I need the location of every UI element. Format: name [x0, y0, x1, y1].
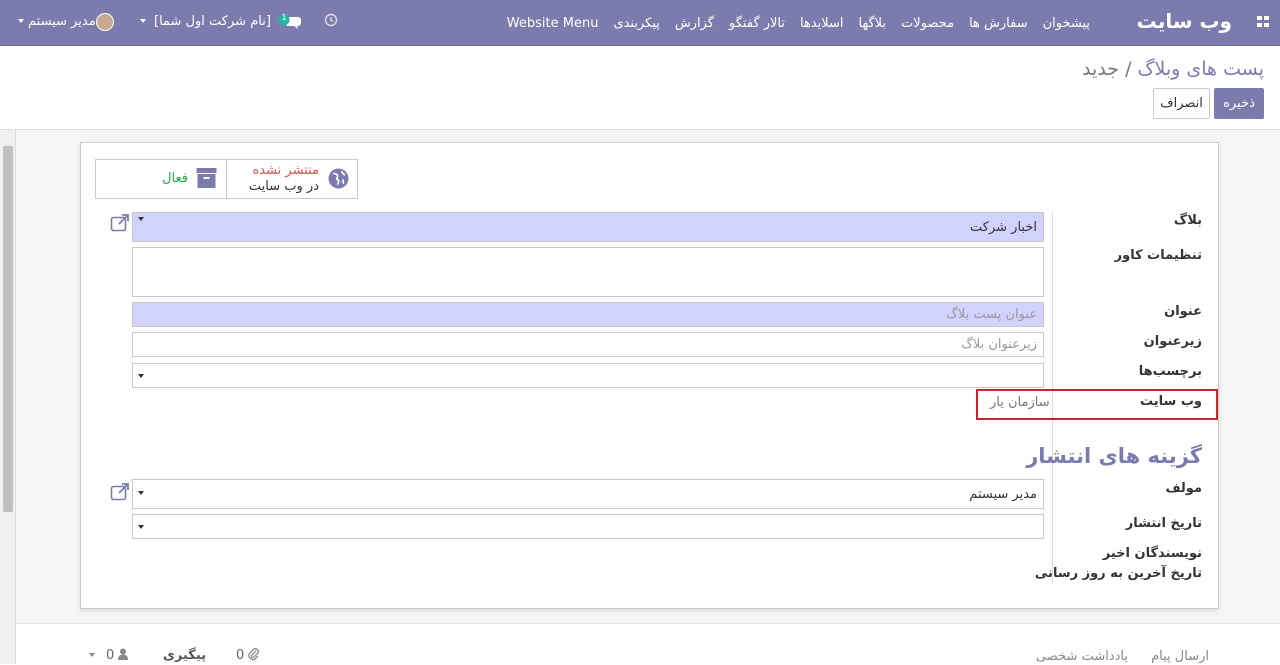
- author-dropdown-icon[interactable]: [138, 491, 144, 495]
- publish-date-input[interactable]: [132, 514, 1044, 539]
- activity-clock-icon[interactable]: [324, 13, 338, 31]
- author-select[interactable]: مدیر سیستم: [132, 479, 1044, 509]
- vertical-scrollbar[interactable]: [0, 130, 16, 664]
- publish-date-label: تاریخ انتشار: [1125, 516, 1202, 531]
- top-navbar: وب سایت پیشخوان سفارش ها محصولات بلاگها …: [0, 0, 1280, 46]
- title-input[interactable]: عنوان پست بلاگ: [132, 302, 1044, 327]
- blog-dropdown-icon[interactable]: [138, 217, 144, 221]
- followers-icon: [118, 648, 128, 664]
- user-caret-icon: [18, 19, 24, 23]
- cover-label: تنظیمات کاور: [1114, 248, 1202, 263]
- title-input-placeholder: عنوان پست بلاگ: [946, 307, 1037, 322]
- menu-reporting[interactable]: گزارش: [675, 16, 714, 31]
- menu-website-menu[interactable]: Website Menu: [507, 16, 599, 31]
- author-select-value: مدیر سیستم: [969, 486, 1037, 502]
- blog-select-value: اخبار شرکت: [970, 219, 1037, 235]
- last-contributor-label: نویسندگان اخیر: [1102, 546, 1202, 561]
- blog-external-link-icon[interactable]: [110, 214, 130, 232]
- subtitle-input-placeholder: زیرعنوان بلاگ: [961, 337, 1037, 352]
- menu-slides[interactable]: اسلایدها: [800, 16, 844, 31]
- followers-count[interactable]: 0: [106, 648, 114, 663]
- user-avatar: [96, 13, 114, 31]
- publish-date-dropdown-icon[interactable]: [138, 524, 144, 529]
- breadcrumb-parent[interactable]: پست های وبلاگ: [1138, 58, 1264, 80]
- system-tray: 1 [نام شرکت اول شما] مدیر سیستم: [18, 0, 348, 46]
- subtitle-label: زیرعنوان: [1143, 334, 1202, 349]
- discard-button[interactable]: انصراف: [1153, 88, 1210, 119]
- author-external-link-icon[interactable]: [110, 483, 130, 501]
- attachments-count[interactable]: 0: [236, 648, 244, 663]
- breadcrumb: پست های وبلاگ / جدید: [1082, 58, 1264, 80]
- globe-icon: [328, 168, 349, 189]
- publish-state-sub: در وب سایت: [248, 179, 319, 194]
- company-caret-icon: [140, 19, 146, 23]
- active-toggle-button[interactable]: فعال: [96, 160, 226, 198]
- subtitle-input[interactable]: زیرعنوان بلاگ: [132, 332, 1044, 357]
- apps-menu-icon[interactable]: [1257, 16, 1270, 28]
- breadcrumb-separator: /: [1119, 58, 1138, 80]
- menu-orders[interactable]: سفارش ها: [969, 16, 1028, 31]
- company-switcher[interactable]: [نام شرکت اول شما]: [154, 14, 271, 29]
- main-menu: پیشخوان سفارش ها محصولات بلاگها اسلایدها…: [492, 0, 1090, 46]
- publishing-section-title: گزینه های انتشار: [1026, 444, 1202, 468]
- menu-configuration[interactable]: پیکربندی: [613, 16, 659, 31]
- cover-properties-field[interactable]: [132, 247, 1044, 297]
- last-updated-label: تاریخ آخرین به روز رسانی: [1034, 566, 1202, 581]
- active-label: فعال: [162, 171, 188, 186]
- app-brand: وب سایت: [1136, 9, 1232, 33]
- follow-button[interactable]: پیگیری: [163, 648, 206, 663]
- tags-label: برچسب‌ها: [1138, 364, 1202, 379]
- button-box: منتشر نشده در وب سایت فعال: [95, 159, 358, 199]
- menu-products[interactable]: محصولات: [901, 16, 954, 31]
- menu-forum[interactable]: تالار گفتگو: [729, 16, 785, 31]
- save-button[interactable]: ذخیره: [1214, 88, 1264, 119]
- followers-caret-icon[interactable]: [89, 653, 95, 657]
- menu-blogs[interactable]: بلاگها: [859, 16, 887, 31]
- user-menu[interactable]: مدیر سیستم: [28, 14, 96, 29]
- publish-state-label: منتشر نشده: [252, 163, 319, 178]
- messages-count-badge: 1: [281, 13, 287, 22]
- menu-dashboard[interactable]: پیشخوان: [1043, 16, 1090, 31]
- chatter-bar: ارسال پیام یادداشت شخصی پیگیری 0 0: [16, 623, 1280, 664]
- tags-dropdown-icon[interactable]: [138, 373, 144, 378]
- blog-label: بلاگ: [1173, 213, 1202, 228]
- log-note-button[interactable]: یادداشت شخصی: [1036, 649, 1128, 664]
- archive-icon: [196, 168, 217, 188]
- website-value: سازمان یار: [990, 395, 1050, 410]
- website-publish-button[interactable]: منتشر نشده در وب سایت: [226, 160, 357, 198]
- breadcrumb-current: جدید: [1082, 58, 1120, 80]
- title-label: عنوان: [1164, 304, 1202, 319]
- paperclip-icon: [248, 648, 260, 665]
- author-label: مولف: [1165, 481, 1202, 496]
- blog-select[interactable]: اخبار شرکت: [132, 212, 1044, 242]
- tags-input[interactable]: [132, 363, 1044, 388]
- send-message-button[interactable]: ارسال پیام: [1151, 649, 1209, 664]
- scrollbar-thumb[interactable]: [3, 146, 13, 512]
